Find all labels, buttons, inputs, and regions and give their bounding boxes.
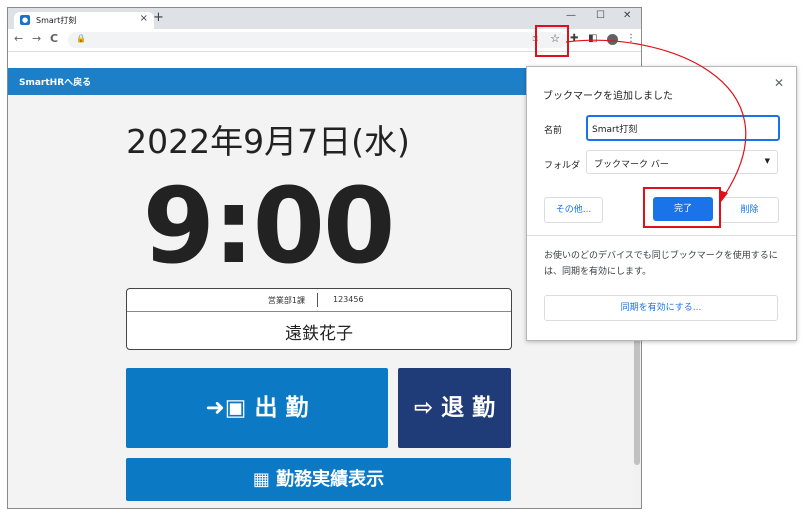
clock-out-button[interactable]: ⇨ 退 勤 bbox=[398, 368, 511, 448]
work-records-button[interactable]: ▦ 勤務実績表示 bbox=[126, 458, 511, 501]
employee-id: 123456 bbox=[333, 295, 364, 304]
divider bbox=[527, 235, 796, 236]
back-to-smarthr-link[interactable]: SmartHRへ戻る bbox=[19, 75, 91, 88]
tab-close-icon[interactable]: × bbox=[140, 13, 148, 24]
folder-value: ブックマーク バー bbox=[594, 160, 669, 170]
more-button[interactable]: その他... bbox=[544, 197, 603, 223]
enable-sync-button[interactable]: 同期を有効にする... bbox=[544, 295, 778, 321]
current-date: 2022年9月7日(水) bbox=[126, 122, 410, 161]
minimize-icon[interactable]: — bbox=[566, 10, 576, 21]
maximize-icon[interactable]: ☐ bbox=[596, 10, 605, 21]
department-label: 営業部1課 bbox=[267, 296, 305, 305]
work-records-label: 勤務実績表示 bbox=[276, 469, 385, 490]
current-time: 9:00 bbox=[142, 165, 396, 287]
menu-kebab-icon[interactable]: ⋮ bbox=[626, 33, 636, 44]
clock-out-label: 退 勤 bbox=[441, 395, 496, 421]
lock-icon: 🔒 bbox=[76, 34, 86, 43]
delete-button[interactable]: 削除 bbox=[720, 197, 779, 223]
new-tab-button[interactable]: + bbox=[153, 10, 164, 26]
address-bar[interactable]: 🔒 ⚿ ☆ bbox=[68, 32, 568, 48]
clock-in-button[interactable]: ➜▣ 出 勤 bbox=[126, 368, 388, 448]
divider bbox=[317, 293, 318, 307]
employee-card-header: 営業部1課 123456 bbox=[127, 289, 511, 312]
done-highlight-box bbox=[643, 187, 721, 228]
star-highlight-box bbox=[535, 25, 569, 57]
extensions-icon[interactable]: ✚ bbox=[570, 33, 578, 44]
window-close-icon[interactable]: ✕ bbox=[623, 10, 631, 21]
tab-title: Smart打刻 bbox=[36, 16, 77, 25]
dropdown-caret-icon: ▼ bbox=[764, 157, 770, 165]
sync-info-text: お使いのどのデバイスでも同じブックマークを使用するには、同期を有効にします。 bbox=[544, 251, 778, 277]
site-favicon-icon: ● bbox=[20, 15, 30, 25]
table-icon: ▦ bbox=[252, 469, 277, 490]
employee-card: 営業部1課 123456 遠鉄花子 bbox=[126, 288, 512, 350]
back-icon[interactable]: ← bbox=[14, 32, 23, 45]
folder-label: フォルダ bbox=[544, 161, 581, 171]
name-label: 名前 bbox=[544, 126, 563, 136]
side-panel-icon[interactable]: ◧ bbox=[588, 33, 597, 44]
folder-select[interactable]: ブックマーク バー ▼ bbox=[586, 150, 778, 174]
sign-in-icon: ➜▣ bbox=[205, 395, 255, 421]
bookmark-name-input[interactable] bbox=[588, 118, 776, 139]
forward-icon[interactable]: → bbox=[32, 32, 41, 45]
sign-out-icon: ⇨ bbox=[413, 395, 442, 421]
dialog-title: ブックマークを追加しました bbox=[543, 91, 673, 102]
reload-icon[interactable]: C bbox=[50, 32, 58, 45]
profile-avatar-icon[interactable] bbox=[607, 34, 618, 45]
tab-smart-dakoku[interactable]: ● Smart打刻 × bbox=[14, 12, 154, 29]
bookmark-name-field[interactable] bbox=[586, 115, 780, 141]
employee-name: 遠鉄花子 bbox=[285, 324, 353, 344]
clock-in-label: 出 勤 bbox=[254, 395, 309, 421]
dialog-close-icon[interactable]: ✕ bbox=[774, 76, 784, 90]
